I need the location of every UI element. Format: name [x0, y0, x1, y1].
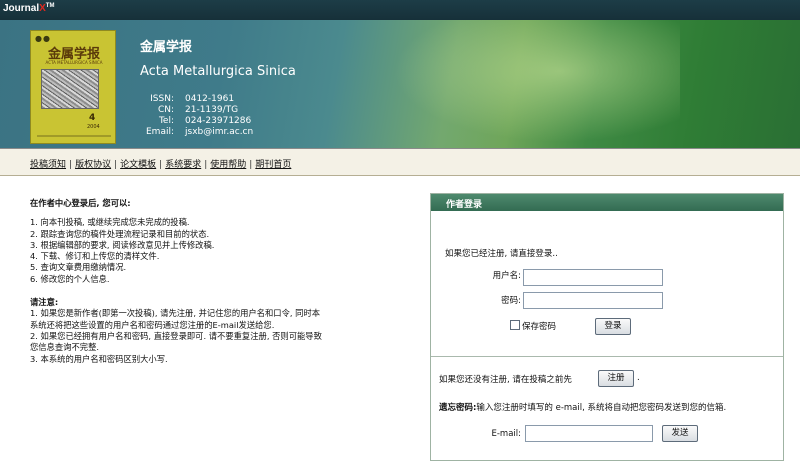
nav-journal-home[interactable]: 期刊首页 [255, 160, 291, 170]
password-label: 密码: [501, 296, 521, 306]
brand-x: X [39, 3, 46, 14]
tel-label: Tel: [158, 116, 174, 126]
nav-separator: | [204, 160, 208, 170]
cover-year: 2004 [87, 124, 100, 130]
register-suffix: . [637, 373, 640, 383]
ability-item: 2. 跟踪查询您的稿件处理流程记录和目前的状态. [30, 228, 210, 239]
cn-label: CN: [157, 105, 174, 115]
password-input[interactable] [523, 292, 663, 309]
journal-banner: ●● 金属学报 ACTA METALLURGICA SINICA 4 2004 … [0, 20, 800, 148]
username-label: 用户名: [492, 271, 521, 281]
notice-line: 系统还将把这些设置的用户名和密码通过您注册的E-mail发送给您. [30, 319, 275, 330]
send-button[interactable]: 发送 [662, 425, 698, 442]
ability-item: 3. 根据编辑部的要求, 阅读修改意见并上传修改稿. [30, 239, 215, 250]
login-button[interactable]: 登录 [595, 318, 631, 335]
nav-separator: | [69, 160, 73, 170]
top-bar: JournalXTM [0, 0, 800, 20]
ability-item: 5. 查询文章费用缴纳情况. [30, 262, 127, 273]
email-label: Email: [145, 127, 174, 137]
brand-text: Journal [3, 3, 40, 14]
issn-value: 0412-1961 [185, 94, 235, 104]
forgot-password-label: 遗忘密码: [439, 403, 477, 413]
cover-issue: 4 [89, 113, 96, 123]
register-button[interactable]: 注册 [598, 370, 634, 387]
cover-micrograph [41, 69, 99, 109]
email-value: jsxb@imr.ac.cn [185, 127, 254, 137]
register-prefix: 如果您还没有注册, 请在投稿之前先 [439, 375, 572, 385]
login-intro: 如果您已经注册, 请直接登录.. [445, 249, 558, 259]
login-panel-title: 作者登录 [431, 194, 783, 211]
nav-copyright-agreement[interactable]: 版权协议 [75, 160, 111, 170]
brand-tm: TM [45, 3, 55, 9]
nav-paper-template[interactable]: 论文模板 [120, 160, 156, 170]
journal-cover-image: ●● 金属学报 ACTA METALLURGICA SINICA 4 2004 [30, 30, 116, 144]
cover-subtitle: ACTA METALLURGICA SINICA [45, 60, 103, 65]
nav-system-requirements[interactable]: 系统要求 [165, 160, 201, 170]
nav-separator: | [249, 160, 253, 170]
abilities-heading: 在作者中心登录后, 您可以: [30, 198, 131, 208]
username-input[interactable] [523, 269, 663, 286]
forgot-password-desc: 输入您注册时填写的 e-mail, 系统将自动把您密码发送到您的信箱. [476, 403, 727, 413]
nav-help[interactable]: 使用帮助 [210, 160, 246, 170]
tel-value: 024-23971286 [185, 116, 252, 126]
cover-footer-line [37, 135, 111, 137]
author-login-panel: 作者登录 如果您已经注册, 请直接登录.. 用户名: 密码: 保存密码 登录 如… [430, 193, 784, 461]
notice-heading: 请注意: [30, 297, 59, 308]
save-password-label: 保存密码 [522, 322, 557, 332]
journal-title-en: Acta Metallurgica Sinica [140, 64, 296, 79]
email-input[interactable] [525, 425, 653, 442]
ability-item: 4. 下载、修订和上传您的清样文件. [30, 251, 160, 262]
author-info-section: 在作者中心登录后, 您可以: 1. 向本刊投稿, 或继续完成您未完成的投稿. 2… [30, 198, 390, 365]
notice-line: 1. 如果您是新作者(即第一次投稿), 请先注册, 并记住您的用户名和口令, 同… [30, 308, 321, 319]
nav-bar: 投稿须知 | 版权协议 | 论文模板 | 系统要求 | 使用帮助 | 期刊首页 [0, 148, 800, 176]
nav-submission-guide[interactable]: 投稿须知 [30, 160, 66, 170]
save-password-checkbox[interactable] [510, 320, 520, 330]
cn-value: 21-1139/TG [185, 105, 239, 115]
email-field-label: E-mail: [491, 429, 521, 439]
issn-label: ISSN: [150, 94, 174, 104]
banner-glow [380, 20, 680, 148]
notice-line: 3. 本系统的用户名和密码区别大小写. [30, 353, 168, 364]
notice-line: 您信息查询不完整. [30, 342, 100, 353]
notice-line: 2. 如果您已经拥有用户名和密码, 直接登录即可. 请不要重复注册, 否则可能导… [30, 330, 322, 341]
journalx-logo: JournalXTM [3, 3, 54, 14]
nav-separator: | [159, 160, 163, 170]
ability-item: 6. 修改您的个人信息. [30, 273, 110, 284]
journal-title-cn: 金属学报 [140, 40, 193, 55]
cover-dots: ●● [35, 34, 51, 43]
forgot-password-text: 遗忘密码:输入您注册时填写的 e-mail, 系统将自动把您密码发送到您的信箱. [439, 401, 726, 413]
register-prompt: 如果您还没有注册, 请在投稿之前先 [439, 373, 572, 385]
nav-separator: | [114, 160, 118, 170]
ability-item: 1. 向本刊投稿, 或继续完成您未完成的投稿. [30, 217, 190, 228]
login-form: 如果您已经注册, 请直接登录.. 用户名: 密码: 保存密码 登录 [431, 211, 783, 357]
